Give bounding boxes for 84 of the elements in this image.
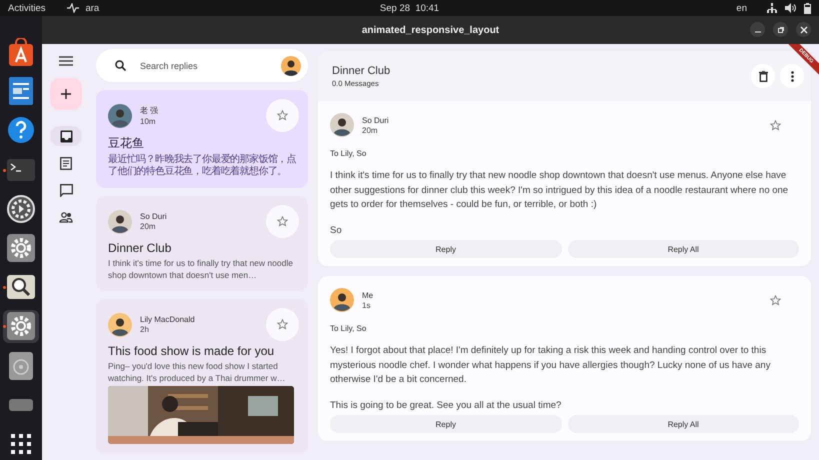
sender-name: Me: [362, 290, 374, 300]
message-paragraph: Yes! I forgot about that place! I'm definitely up for taking a risk this week and handing control over to this mysterious noodle chef. I wonder what happens if you have allergies though? Lucky none of us have any otherwise I'd be a bit concerned.: [330, 344, 772, 387]
search-icon: [115, 60, 126, 71]
avatar: [330, 288, 354, 312]
menu-icon[interactable]: [59, 56, 73, 66]
email-time: 20m: [140, 222, 157, 231]
gear-icon[interactable]: [7, 234, 35, 262]
avatar[interactable]: [281, 56, 301, 76]
avatar: [108, 312, 132, 336]
email-time: 10m: [140, 117, 157, 126]
restore-button[interactable]: [773, 22, 788, 37]
avatar: [330, 113, 354, 137]
more-options-button[interactable]: [780, 64, 804, 88]
terminal-icon[interactable]: [7, 158, 35, 181]
window-title: animated_responsive_layout: [362, 24, 500, 36]
email-subject: This food show is made for you: [108, 344, 276, 358]
star-button[interactable]: [266, 99, 299, 132]
volume-icon[interactable]: [785, 3, 796, 13]
email-card[interactable]: 老 强 10m 豆花鱼 最近忙吗？昨晚我去了你最爱的那家饭馆，点了他们的特色豆花鱼，吃着吃着就想你了。: [96, 90, 308, 188]
star-button[interactable]: [770, 294, 781, 306]
star-button[interactable]: [770, 120, 781, 130]
reply-all-button[interactable]: Reply All: [568, 415, 799, 433]
message-paragraph: So: [330, 224, 343, 238]
document-icon[interactable]: [9, 77, 33, 106]
gear-icon[interactable]: [7, 194, 35, 223]
sender-name: Lily MacDonald: [140, 315, 196, 324]
minimize-button[interactable]: [750, 22, 765, 37]
help-icon[interactable]: [7, 116, 35, 144]
message-paragraph: This is going to be great. See you all at the usual time?: [330, 398, 562, 412]
message-time: 20m: [362, 126, 379, 134]
app-name[interactable]: ara: [85, 2, 100, 14]
drive-icon[interactable]: [9, 398, 33, 411]
trash-icon: [758, 70, 768, 82]
more-icon: [790, 70, 794, 82]
restore-icon: [776, 26, 784, 34]
shopping-bag-icon[interactable]: [7, 38, 35, 66]
email-subject: 豆花鱼: [108, 135, 145, 152]
chat-icon: [60, 184, 72, 196]
star-button[interactable]: [266, 205, 299, 238]
network-icon[interactable]: [767, 3, 777, 13]
email-card[interactable]: So Duri 20m Dinner Club I think it's time for us to finally try that new noodle shop downtown that doesn't use men…: [96, 196, 308, 291]
reply-button[interactable]: Reply: [330, 415, 562, 433]
magnifier-icon[interactable]: [7, 275, 35, 300]
close-button[interactable]: [796, 22, 811, 37]
star-icon: [277, 110, 288, 121]
star-button[interactable]: [266, 308, 299, 341]
recipients: To Lily, So: [330, 324, 368, 333]
activities-button[interactable]: Activities: [8, 2, 46, 14]
email-time: 2h: [140, 325, 150, 334]
star-icon: [770, 294, 781, 306]
sender-name: So Duri: [140, 212, 168, 221]
battery-icon[interactable]: [804, 2, 811, 14]
language-indicator[interactable]: en: [736, 2, 747, 14]
nav-item[interactable]: [50, 126, 82, 146]
star-icon: [770, 120, 781, 130]
thread-title: Dinner Club: [332, 64, 392, 76]
email-preview: Ping– you'd love this new food show I started watching. It's produced by a Thai drummer w…: [108, 360, 286, 384]
email-card[interactable]: Lily MacDonald 2h This food show is made for you Ping– you'd love this new food show I started watching. It's produced by a Thai drummer w…: [96, 299, 308, 454]
gear-icon[interactable]: [7, 312, 35, 340]
article-icon: [60, 156, 72, 170]
star-icon: [277, 216, 288, 227]
sender-name: So Duri: [362, 116, 390, 124]
close-icon: [800, 26, 808, 34]
message-time: 1s: [362, 300, 372, 310]
app-grid-icon[interactable]: [11, 434, 31, 454]
message-paragraph: I think it's time for us to finally try that new noodle shop downtown that doesn't use menus. Anyone else have other suggestions for dinner club this week? I'm so intrigued by this idea of a noodle restaurant where no one gets to order for themselves - could be fun, or terrible, or both :): [330, 169, 790, 212]
recipients: To Lily, So: [330, 149, 368, 158]
plus-icon: [61, 89, 71, 99]
inbox-icon: [60, 130, 72, 142]
people-icon: [59, 212, 73, 222]
email-subject: Dinner Club: [108, 241, 172, 255]
sender-name: 老 强: [140, 105, 160, 116]
reply-all-button[interactable]: Reply All: [568, 240, 799, 258]
star-icon: [277, 319, 288, 330]
clock[interactable]: Sep 28 10:41: [380, 2, 440, 14]
avatar: [108, 104, 132, 128]
email-preview: I think it's time for us to finally try that new noodle shop downtown that doesn't use men…: [108, 257, 294, 281]
avatar: [108, 210, 132, 234]
email-preview: 最近忙吗？昨晚我去了你最爱的那家饭馆，点了他们的特色豆花鱼，吃着吃着就想你了。: [108, 154, 298, 178]
app-indicator-icon: [67, 3, 80, 13]
delete-button[interactable]: [751, 64, 775, 88]
reply-button[interactable]: Reply: [330, 240, 562, 258]
search-field[interactable]: Search replies: [138, 60, 269, 72]
compose-button[interactable]: [50, 78, 82, 110]
